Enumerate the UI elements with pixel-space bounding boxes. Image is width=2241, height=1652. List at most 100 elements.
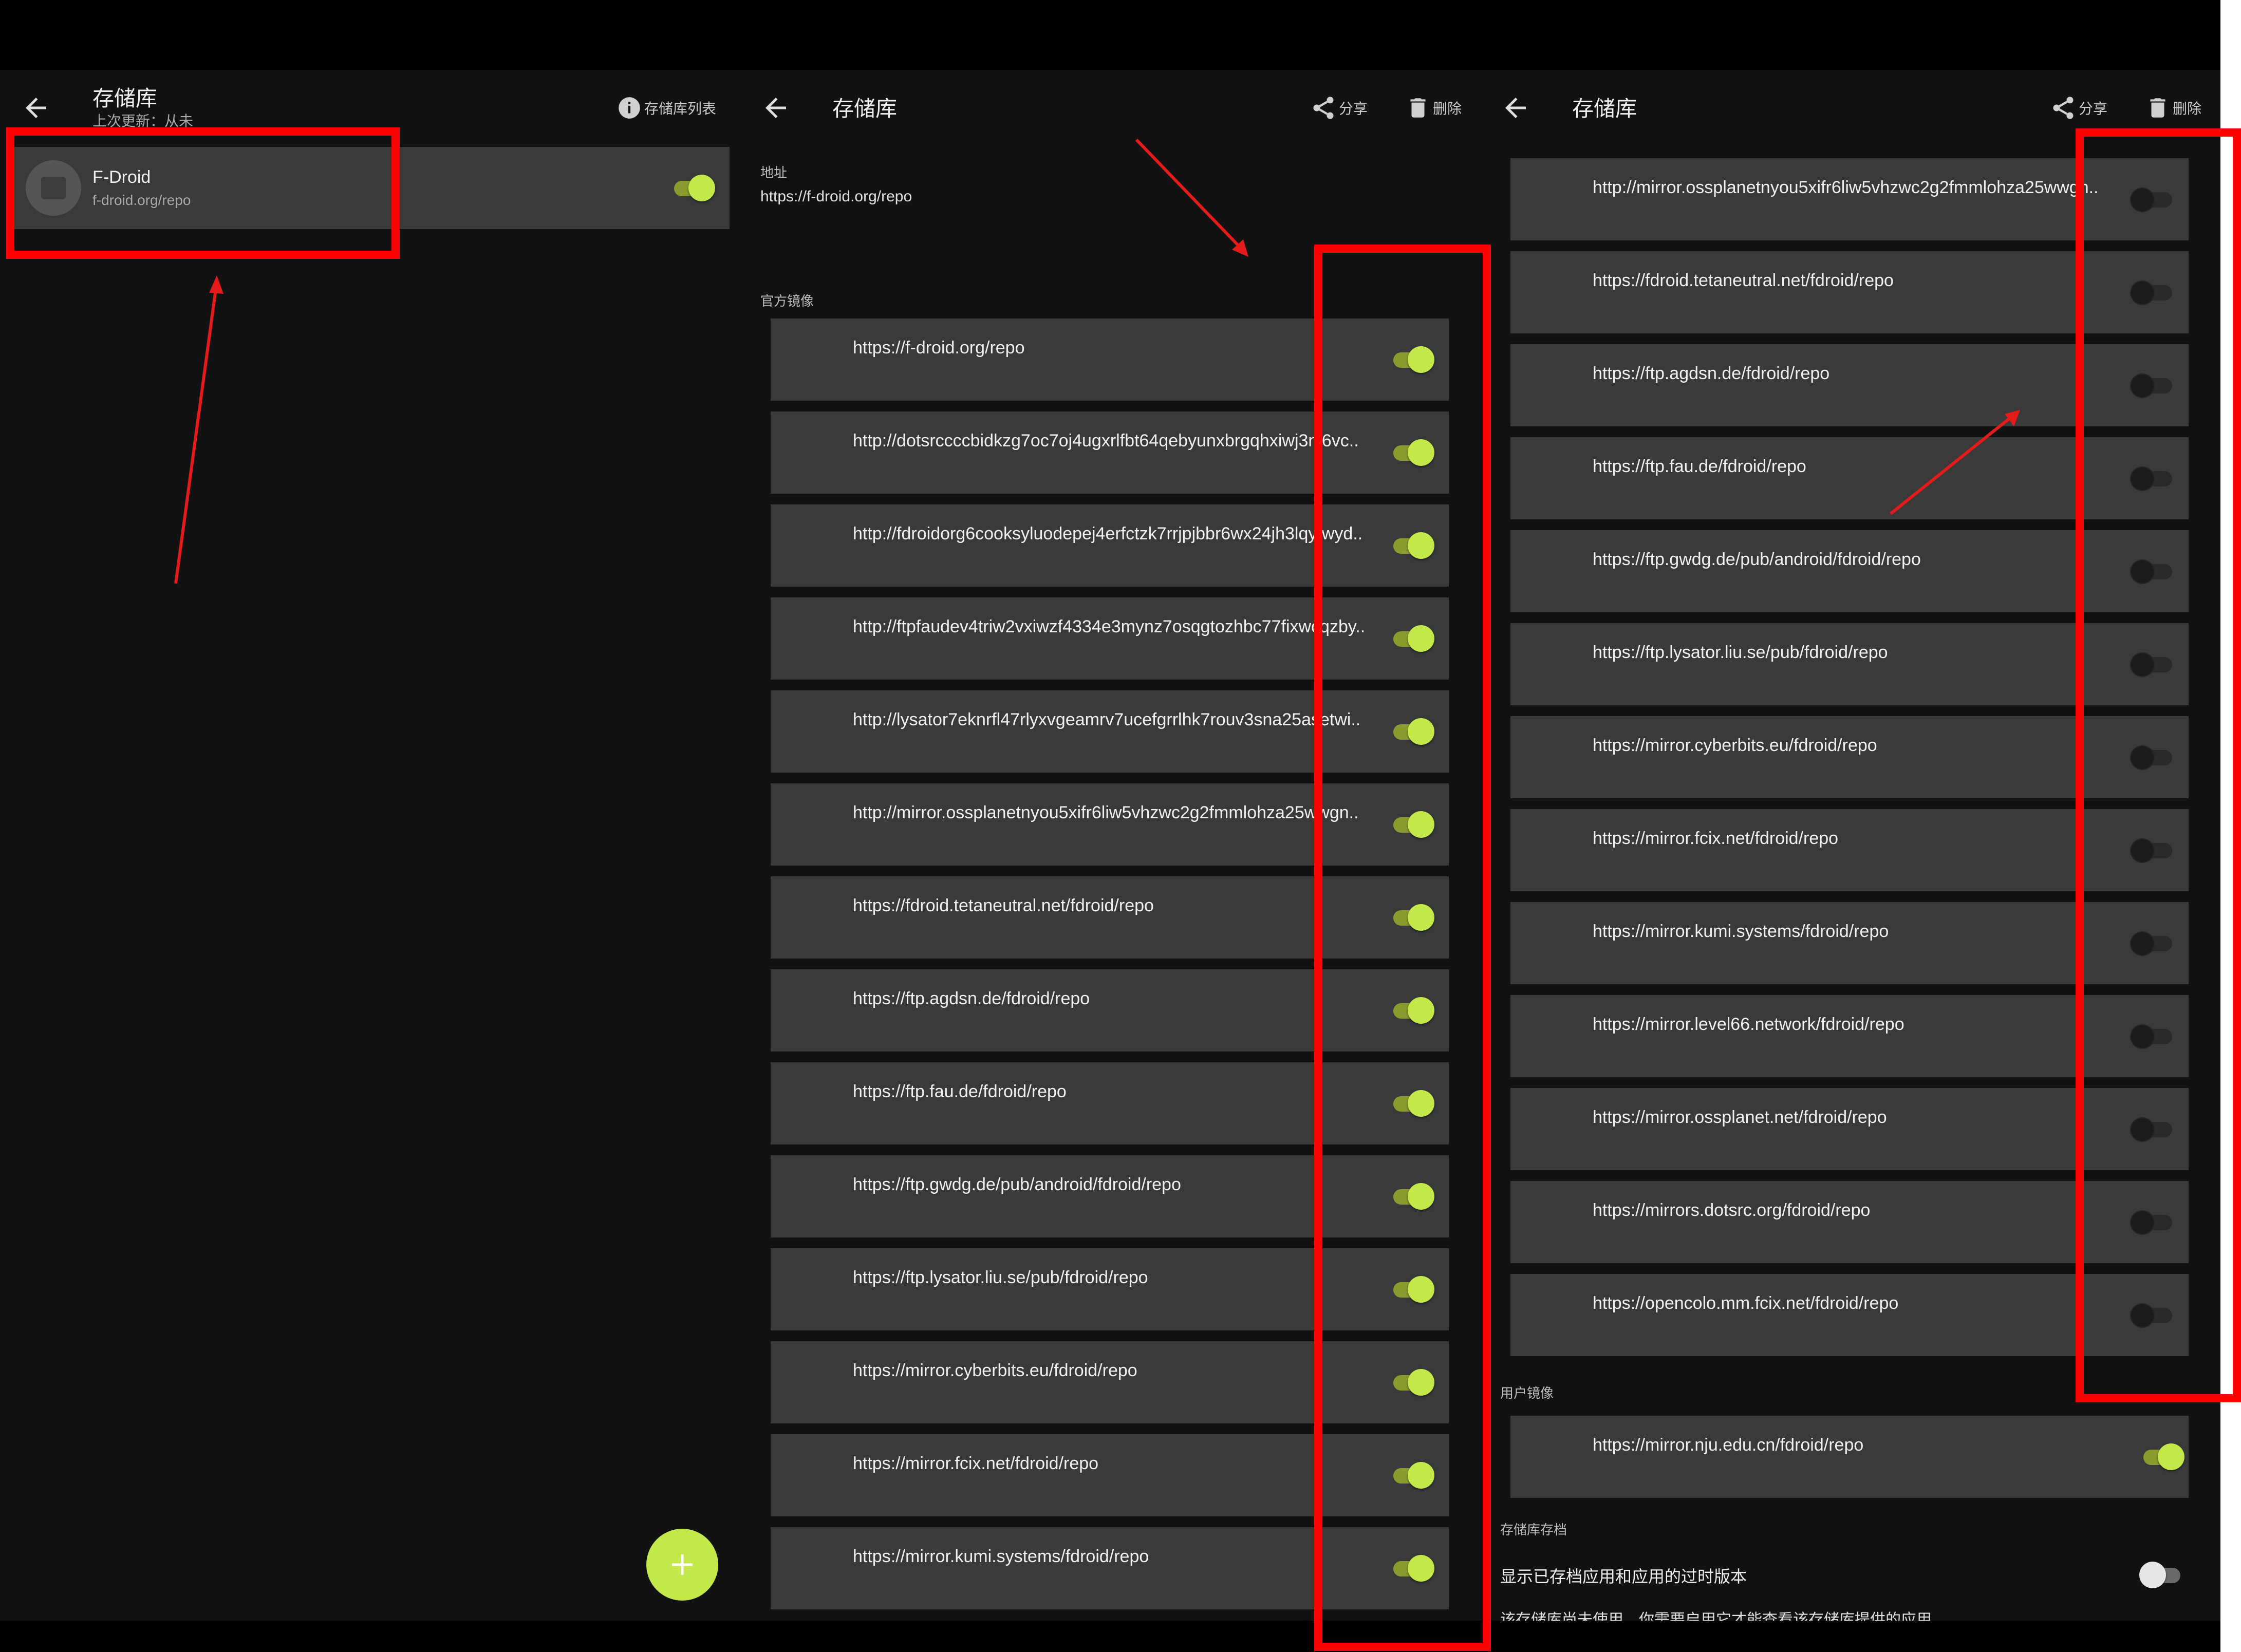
mirror-toggle[interactable] <box>2131 1114 2174 1144</box>
mirror-url: https://mirror.nju.edu.cn/fdroid/repo <box>1593 1435 1864 1455</box>
mirror-url: https://mirror.ossplanet.net/fdroid/repo <box>1593 1107 1887 1127</box>
mirror-toggle[interactable] <box>1391 995 1434 1026</box>
mirror-item[interactable]: https://fdroid.tetaneutral.net/fdroid/re… <box>1510 251 2189 333</box>
mirror-toggle[interactable] <box>1391 530 1434 561</box>
mirror-toggle[interactable] <box>1391 623 1434 654</box>
delete-button[interactable]: 删除 <box>2145 95 2201 121</box>
mirror-item[interactable]: http://dotsrccccbidkzg7oc7oj4ugxrlfbt64q… <box>771 411 1449 494</box>
mirror-item[interactable]: https://f-droid.org/repo <box>771 318 1449 401</box>
mirror-toggle[interactable] <box>2131 649 2174 680</box>
mirror-item[interactable]: https://ftp.agdsn.de/fdroid/repo <box>771 969 1449 1052</box>
mirror-toggle[interactable] <box>1391 437 1434 468</box>
share-button[interactable]: 分享 <box>1310 95 1368 121</box>
mirror-url: https://ftp.agdsn.de/fdroid/repo <box>853 989 1090 1008</box>
mirror-url: https://f-droid.org/repo <box>853 338 1025 358</box>
mirror-item[interactable]: https://ftp.fau.de/fdroid/repo <box>771 1062 1449 1144</box>
mirror-url: https://mirror.kumi.systems/fdroid/repo <box>1593 922 1889 941</box>
mirror-item[interactable]: https://ftp.agdsn.de/fdroid/repo <box>1510 344 2189 426</box>
mirror-url: http://ftpfaudev4triw2vxiwzf4334e3mynz7o… <box>853 617 1366 636</box>
repository-details-screen: 存储库 分享 删除 地址 https://f-droid.org/repo 官方… <box>740 70 1480 1621</box>
mirror-item[interactable]: http://fdroidorg6cooksyluodepej4erfctzk7… <box>771 504 1449 587</box>
page-title: 存储库 <box>832 97 898 121</box>
mirror-toggle[interactable] <box>1391 1181 1434 1212</box>
mirror-url: https://ftp.gwdg.de/pub/android/fdroid/r… <box>1593 550 1921 569</box>
mirror-toggle[interactable] <box>2131 184 2174 215</box>
mirror-url: https://mirror.cyberbits.eu/fdroid/repo <box>1593 736 1877 755</box>
mirror-item[interactable]: https://mirror.cyberbits.eu/fdroid/repo <box>1510 716 2189 798</box>
mirror-toggle[interactable] <box>1391 1460 1434 1491</box>
mirror-toggle[interactable] <box>2141 1441 2184 1472</box>
mirror-item[interactable]: https://mirror.cyberbits.eu/fdroid/repo <box>771 1341 1449 1423</box>
mirror-toggle[interactable] <box>2131 1300 2174 1330</box>
mirror-item[interactable]: http://mirror.ossplanetnyou5xifr6liw5vhz… <box>1510 158 2189 240</box>
mirror-toggle[interactable] <box>2131 928 2174 959</box>
mirror-toggle[interactable] <box>1391 1553 1434 1584</box>
mirror-toggle[interactable] <box>1391 1367 1434 1398</box>
mirror-item[interactable]: http://mirror.ossplanetnyou5xifr6liw5vhz… <box>771 783 1449 866</box>
mirror-item[interactable]: https://mirror.ossplanet.net/fdroid/repo <box>1510 1088 2189 1170</box>
mirror-item[interactable]: https://fdroid.tetaneutral.net/fdroid/re… <box>771 876 1449 959</box>
back-arrow-icon[interactable] <box>1500 92 1531 123</box>
back-arrow-icon[interactable] <box>760 92 791 123</box>
mirror-url: https://fdroid.tetaneutral.net/fdroid/re… <box>1593 271 1894 290</box>
mirror-item[interactable]: https://mirror.kumi.systems/fdroid/repo <box>1510 902 2189 984</box>
mirror-toggle[interactable] <box>1391 344 1434 375</box>
show-archived-apps-toggle[interactable] <box>2139 1560 2182 1590</box>
mirror-toggle[interactable] <box>1391 902 1434 933</box>
mirror-url: https://ftp.fau.de/fdroid/repo <box>853 1082 1067 1101</box>
delete-button[interactable]: 删除 <box>1405 95 1462 121</box>
mirror-url: https://ftp.gwdg.de/pub/android/fdroid/r… <box>853 1175 1181 1194</box>
repo-avatar <box>26 160 81 216</box>
repo-item-fdroid[interactable]: F-Droid f-droid.org/repo <box>14 147 730 229</box>
mirror-url: http://dotsrccccbidkzg7oc7oj4ugxrlfbt64q… <box>853 431 1359 450</box>
mirror-toggle[interactable] <box>2131 370 2174 401</box>
repo-name: F-Droid <box>92 167 151 187</box>
share-icon <box>2053 97 2074 119</box>
mirror-toggle[interactable] <box>2131 556 2174 587</box>
mirror-item[interactable]: https://mirror.level66.network/fdroid/re… <box>1510 995 2189 1077</box>
user-mirror-item[interactable]: https://mirror.nju.edu.cn/fdroid/repo <box>1510 1416 2189 1498</box>
mirror-toggle[interactable] <box>1391 1274 1434 1305</box>
mirror-url: https://mirror.level66.network/fdroid/re… <box>1593 1015 1904 1034</box>
mirror-item[interactable]: https://ftp.gwdg.de/pub/android/fdroid/r… <box>1510 530 2189 612</box>
mirror-item[interactable]: https://mirror.fcix.net/fdroid/repo <box>1510 809 2189 891</box>
mirror-item[interactable]: https://opencolo.mm.fcix.net/fdroid/repo <box>1510 1274 2189 1356</box>
mirror-item[interactable]: https://ftp.gwdg.de/pub/android/fdroid/r… <box>771 1155 1449 1237</box>
screen-top-black-bar <box>0 0 2241 70</box>
mirror-url: https://mirror.cyberbits.eu/fdroid/repo <box>853 1361 1137 1380</box>
archive-note: 该存储库尚未使用。你需要启用它才能查看该存储库提供的应用。 <box>1500 1611 1947 1621</box>
share-button[interactable]: 分享 <box>2050 95 2107 121</box>
mirror-toggle[interactable] <box>2131 1021 2174 1052</box>
mirror-item[interactable]: http://ftpfaudev4triw2vxiwzf4334e3mynz7o… <box>771 597 1449 680</box>
mirror-item[interactable]: https://ftp.lysator.liu.se/pub/fdroid/re… <box>771 1248 1449 1330</box>
delete-label: 删除 <box>1433 101 1462 117</box>
mirror-url: https://mirror.fcix.net/fdroid/repo <box>1593 829 1839 848</box>
repo-url: f-droid.org/repo <box>92 192 191 208</box>
mirror-item[interactable]: http://lysator7eknrfl47rlyxvgeamrv7ucefg… <box>771 690 1449 773</box>
mirror-toggle[interactable] <box>1391 1088 1434 1119</box>
mirror-item[interactable]: https://ftp.fau.de/fdroid/repo <box>1510 437 2189 519</box>
repository-list-label: 存储库列表 <box>644 101 717 117</box>
mirror-item[interactable]: https://mirrors.dotsrc.org/fdroid/repo <box>1510 1181 2189 1263</box>
mirror-toggle[interactable] <box>1391 716 1434 747</box>
share-icon <box>1313 97 1334 119</box>
mirror-url: https://mirror.kumi.systems/fdroid/repo <box>853 1547 1149 1566</box>
repo-enabled-toggle[interactable] <box>672 173 715 203</box>
address-value: https://f-droid.org/repo <box>760 188 912 205</box>
share-label: 分享 <box>2079 101 2108 117</box>
mirror-item[interactable]: https://mirror.kumi.systems/fdroid/repo <box>771 1527 1449 1609</box>
mirror-toggle[interactable] <box>2131 742 2174 773</box>
back-arrow-icon[interactable] <box>21 92 51 123</box>
add-repository-button[interactable] <box>646 1529 718 1601</box>
mirror-toggle[interactable] <box>2131 835 2174 866</box>
show-archived-apps-text: 显示已存档应用和应用的过时版本 <box>1500 1567 1747 1586</box>
mirror-item[interactable]: https://mirror.fcix.net/fdroid/repo <box>771 1434 1449 1516</box>
page-title: 存储库 <box>1572 97 1637 121</box>
mirror-toggle[interactable] <box>2131 1207 2174 1237</box>
mirror-toggle[interactable] <box>2131 277 2174 308</box>
mirror-toggle[interactable] <box>1391 809 1434 840</box>
user-mirrors-label: 用户镜像 <box>1500 1385 1554 1401</box>
repository-list-button[interactable]: 存储库列表 <box>617 95 716 121</box>
mirror-toggle[interactable] <box>2131 463 2174 494</box>
mirror-item[interactable]: https://ftp.lysator.liu.se/pub/fdroid/re… <box>1510 623 2189 705</box>
